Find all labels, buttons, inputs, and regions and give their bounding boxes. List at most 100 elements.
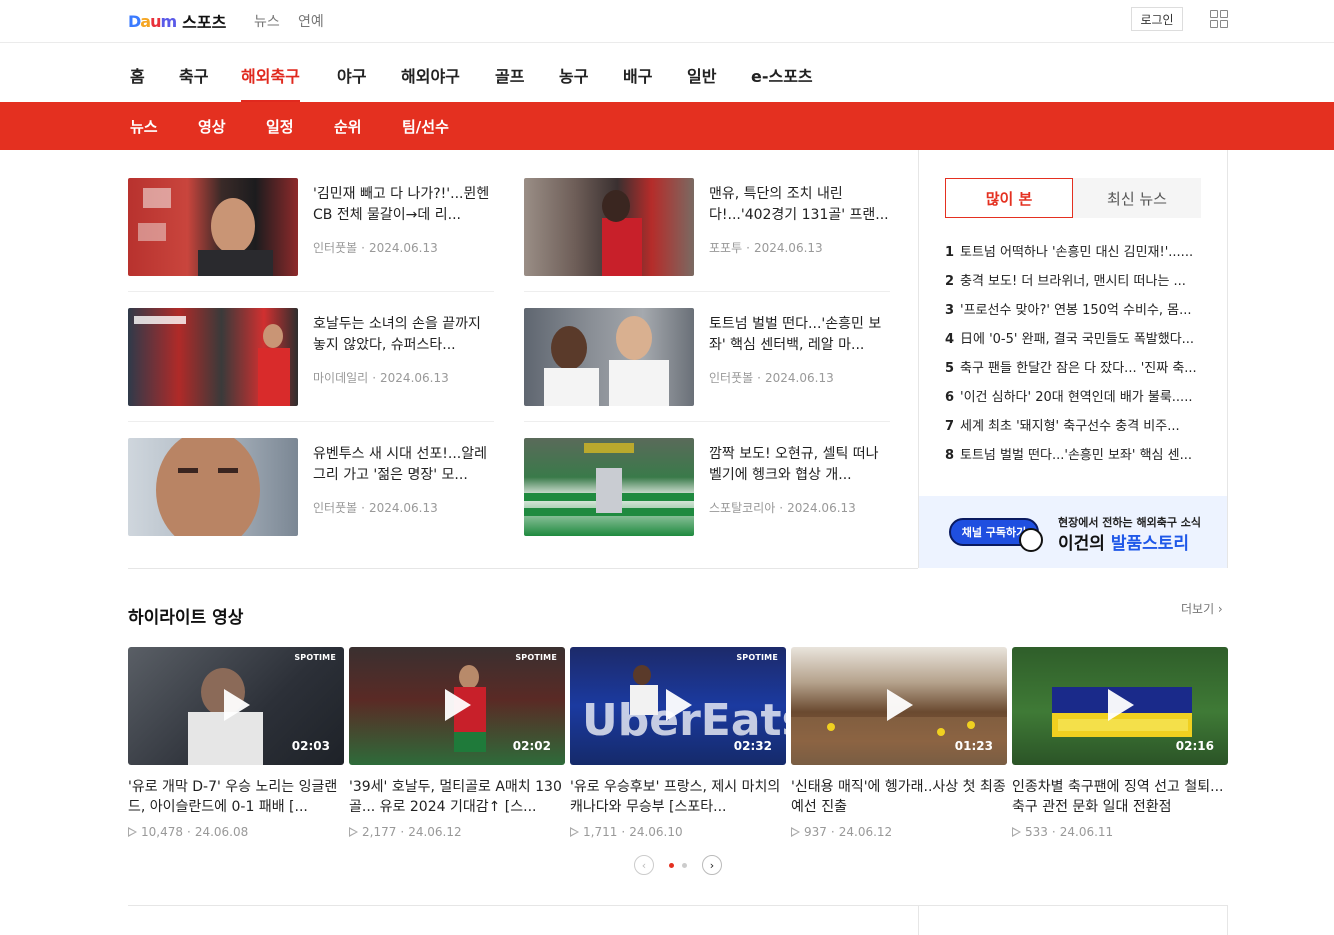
video-thumbnail[interactable]: UberEats SPOTIME 02:32 bbox=[570, 647, 786, 765]
prev-page-button[interactable]: ‹ bbox=[634, 855, 654, 875]
nav-golf[interactable]: 골프 bbox=[495, 63, 524, 102]
ranking-item[interactable]: 8 토트넘 벌벌 떤다...'손흥민 보좌' 핵심 센... bbox=[945, 444, 1205, 463]
divider bbox=[918, 905, 919, 935]
nav-world-soccer[interactable]: 해외축구 bbox=[241, 63, 300, 102]
news-item[interactable]: 유벤투스 새 시대 선포!...알레그리 가고 '젊은 명장' 모... 인터풋… bbox=[128, 438, 498, 536]
news-title[interactable]: 호날두는 소녀의 손을 끝까지 놓지 않았다, 슈퍼스타... bbox=[313, 314, 495, 356]
news-thumbnail[interactable] bbox=[524, 178, 694, 276]
chevron-right-icon: › bbox=[709, 858, 715, 872]
nav-baseball[interactable]: 야구 bbox=[337, 63, 366, 102]
video-thumbnail[interactable]: SPOTIME 02:02 bbox=[349, 647, 565, 765]
divider bbox=[128, 291, 494, 292]
video-meta: 937 · 24.06.12 bbox=[791, 825, 1007, 839]
divider bbox=[128, 421, 494, 422]
ranking-item[interactable]: 7 세계 최초 '돼지형' 축구선수 충격 비주... bbox=[945, 415, 1205, 434]
nav-home[interactable]: 홈 bbox=[130, 63, 145, 102]
video-brand: SPOTIME bbox=[294, 653, 336, 662]
ranking-item[interactable]: 4 日에 '0-5' 완패, 결국 국민들도 폭발했다... bbox=[945, 328, 1205, 347]
top-link-entertainment[interactable]: 연예 bbox=[298, 11, 324, 31]
video-title[interactable]: 인종차별 축구팬에 징역 선고 철퇴...축구 관전 문화 일대 전환점 bbox=[1012, 777, 1228, 817]
nav-mlb[interactable]: 해외야구 bbox=[401, 63, 460, 102]
play-icon bbox=[224, 689, 250, 721]
ranking-item[interactable]: 2 충격 보도! 더 브라위너, 맨시티 떠나는 ... bbox=[945, 270, 1205, 289]
page-indicator[interactable] bbox=[682, 863, 687, 868]
video-thumbnail[interactable]: 02:16 bbox=[1012, 647, 1228, 765]
news-item[interactable]: 호날두는 소녀의 손을 끝까지 놓지 않았다, 슈퍼스타... 마이데일리 · 20… bbox=[128, 308, 498, 406]
daum-sports-logo[interactable]: Daum 스포츠 bbox=[128, 9, 226, 33]
video-duration: 02:16 bbox=[1175, 739, 1214, 753]
divider bbox=[1227, 905, 1228, 935]
video-title[interactable]: '유로 개막 D-7' 우승 노리는 잉글랜드, 아이슬란드에 0-1 패배 [… bbox=[128, 777, 344, 817]
video-item[interactable]: UberEats SPOTIME 02:32 '유로 우승후보' 프랑스, 제시… bbox=[570, 647, 786, 839]
ranking-item[interactable]: 3 '프로선수 맞아?' 연봉 150억 수비수, 몸... bbox=[945, 299, 1205, 318]
video-title[interactable]: '39세' 호날두, 멀티골로 A매치 130골... 유로 2024 기대감↑… bbox=[349, 777, 565, 817]
video-duration: 02:32 bbox=[733, 739, 772, 753]
page-indicator[interactable] bbox=[669, 863, 674, 868]
more-link[interactable]: 더보기 › bbox=[1181, 600, 1223, 617]
news-item[interactable]: 토트넘 벌벌 떤다...'손흥민 보좌' 핵심 센터백, 레알 마... 인터풋… bbox=[524, 308, 894, 406]
news-title[interactable]: 토트넘 벌벌 떤다...'손흥민 보좌' 핵심 센터백, 레알 마... bbox=[709, 314, 891, 356]
video-item[interactable]: 02:16 인종차별 축구팬에 징역 선고 철퇴...축구 관전 문화 일대 전… bbox=[1012, 647, 1228, 839]
subnav-team-player[interactable]: 팀/선수 bbox=[402, 116, 449, 137]
nav-general[interactable]: 일반 bbox=[687, 63, 716, 102]
subnav-video[interactable]: 영상 bbox=[198, 116, 226, 137]
news-thumbnail[interactable] bbox=[128, 308, 298, 406]
play-icon bbox=[445, 689, 471, 721]
promo-subtitle: 현장에서 전하는 해외축구 소식 bbox=[1058, 516, 1202, 529]
nav-basketball[interactable]: 농구 bbox=[559, 63, 588, 102]
channel-promo-banner[interactable]: 채널 구독하기 현장에서 전하는 해외축구 소식 이건의 발품스토리 bbox=[919, 496, 1227, 568]
player-photo bbox=[524, 443, 694, 516]
top-bar: Daum 스포츠 뉴스 연예 로그인 bbox=[0, 0, 1334, 43]
news-item[interactable]: 맨유, 특단의 조치 내린다!...'402경기 131골' 프랜... 포포투… bbox=[524, 178, 894, 276]
news-meta: 마이데일리 · 2024.06.13 bbox=[313, 371, 449, 385]
video-item[interactable]: 01:23 '신태용 매직'에 헹가래..사상 첫 최종예선 진출 937 · 24… bbox=[791, 647, 1007, 839]
ranking-item[interactable]: 1 토트넘 어떡하나 '손흥민 대신 김민재!'...... bbox=[945, 241, 1205, 260]
divider bbox=[524, 291, 890, 292]
view-count: 937 bbox=[804, 825, 827, 839]
tab-most-viewed[interactable]: 많이 본 bbox=[945, 178, 1073, 218]
nav-esports[interactable]: e-스포츠 bbox=[751, 63, 813, 102]
news-date: 2024.06.13 bbox=[380, 371, 449, 385]
video-meta: 1,711 · 24.06.10 bbox=[570, 825, 786, 839]
video-thumbnail[interactable]: 01:23 bbox=[791, 647, 1007, 765]
next-page-button[interactable]: › bbox=[702, 855, 722, 875]
subnav-schedule[interactable]: 일정 bbox=[266, 116, 294, 137]
video-item[interactable]: SPOTIME 02:02 '39세' 호날두, 멀티골로 A매치 130골..… bbox=[349, 647, 565, 839]
news-source: 인터풋볼 bbox=[313, 241, 358, 255]
service-menu-icon[interactable] bbox=[1210, 10, 1228, 28]
video-thumbnail[interactable]: SPOTIME 02:03 bbox=[128, 647, 344, 765]
soccer-ball-icon bbox=[1019, 528, 1043, 552]
news-meta: 스포탈코리아 · 2024.06.13 bbox=[709, 501, 856, 515]
news-thumbnail[interactable] bbox=[524, 308, 694, 406]
ranking-item[interactable]: 5 축구 팬들 한달간 잠은 다 잤다... '진짜 축... bbox=[945, 357, 1205, 376]
tab-latest-news[interactable]: 최신 뉴스 bbox=[1073, 178, 1201, 218]
video-title[interactable]: '유로 우승후보' 프랑스, 제시 마치의 캐나다와 무승부 [스포타... bbox=[570, 777, 786, 817]
news-title[interactable]: 깜짝 보도! 오현규, 셀틱 떠나 벨기에 헹크와 협상 개... bbox=[709, 444, 891, 486]
play-count-icon bbox=[1012, 827, 1021, 837]
news-meta: 인터풋볼 · 2024.06.13 bbox=[313, 241, 438, 255]
news-item[interactable]: '김민재 빼고 다 나가?!'...뮌헨 CB 전체 물갈이→데 리... 인터… bbox=[128, 178, 498, 276]
news-thumbnail[interactable] bbox=[128, 178, 298, 276]
section-divider bbox=[128, 905, 1228, 906]
top-link-news[interactable]: 뉴스 bbox=[254, 11, 280, 31]
subnav-ranking[interactable]: 순위 bbox=[334, 116, 362, 137]
news-title[interactable]: 맨유, 특단의 조치 내린다!...'402경기 131골' 프랜... bbox=[709, 184, 891, 226]
ranking-item[interactable]: 6 '이건 심하다' 20대 현역인데 배가 불룩..... bbox=[945, 386, 1205, 405]
news-thumbnail[interactable] bbox=[524, 438, 694, 536]
video-title[interactable]: '신태용 매직'에 헹가래..사상 첫 최종예선 진출 bbox=[791, 777, 1007, 817]
login-button[interactable]: 로그인 bbox=[1131, 7, 1183, 31]
news-title[interactable]: 유벤투스 새 시대 선포!...알레그리 가고 '젊은 명장' 모... bbox=[313, 444, 495, 486]
view-count: 1,711 bbox=[583, 825, 618, 839]
news-thumbnail[interactable] bbox=[128, 438, 298, 536]
news-source: 스포탈코리아 bbox=[709, 501, 776, 515]
nav-volleyball[interactable]: 배구 bbox=[623, 63, 652, 102]
player-photo bbox=[156, 438, 260, 536]
news-date: 2024.06.13 bbox=[369, 241, 438, 255]
news-item[interactable]: 깜짝 보도! 오현규, 셀틱 떠나 벨기에 헹크와 협상 개... 스포탈코리아… bbox=[524, 438, 894, 536]
play-icon bbox=[666, 689, 692, 721]
play-count-icon bbox=[570, 827, 579, 837]
news-title[interactable]: '김민재 빼고 다 나가?!'...뮌헨 CB 전체 물갈이→데 리... bbox=[313, 184, 495, 226]
video-item[interactable]: SPOTIME 02:03 '유로 개막 D-7' 우승 노리는 잉글랜드, 아… bbox=[128, 647, 344, 839]
nav-soccer[interactable]: 축구 bbox=[179, 63, 208, 102]
subnav-news[interactable]: 뉴스 bbox=[130, 116, 158, 137]
